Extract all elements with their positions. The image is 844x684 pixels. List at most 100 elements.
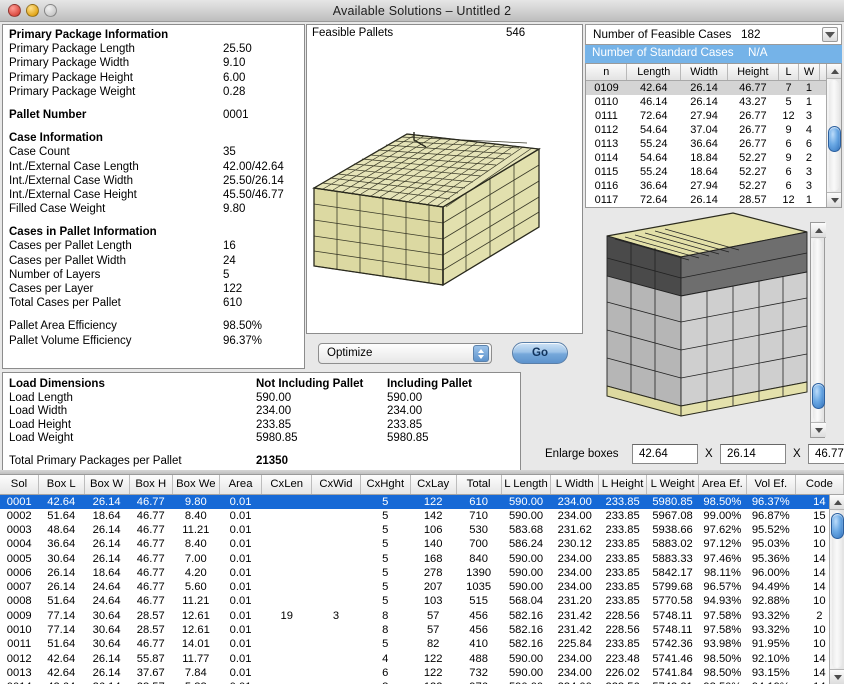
solutions-column-header[interactable]: Area Ef.	[698, 475, 747, 495]
table-cell: 0.01	[229, 624, 252, 637]
solutions-column-header[interactable]: Box H	[129, 475, 173, 495]
cases-column-header[interactable]: n	[586, 64, 628, 81]
solutions-column-header[interactable]: CxWid	[311, 475, 361, 495]
scroll-up-arrow-icon[interactable]	[827, 64, 841, 79]
table-cell: 590.00	[501, 680, 551, 684]
table-cell: 233.85	[605, 581, 640, 594]
table-cell: 590.00	[508, 552, 544, 565]
solutions-column-header[interactable]: Code	[795, 475, 844, 495]
solutions-column-header[interactable]: L Length	[501, 475, 552, 495]
go-button[interactable]: Go	[512, 342, 568, 364]
solutions-column-header[interactable]: Vol Ef.	[746, 475, 796, 495]
cases-table-scrollbar[interactable]	[826, 64, 841, 207]
case-3d-view[interactable]	[585, 210, 810, 438]
close-window-button[interactable]	[8, 4, 21, 17]
case-view-scrollbar[interactable]	[810, 222, 826, 438]
scroll-down-arrow-icon[interactable]	[811, 422, 826, 437]
table-row[interactable]: 011772.6426.1428.571213	[586, 193, 841, 207]
solutions-column-header[interactable]: Area	[219, 475, 263, 495]
table-cell	[262, 666, 312, 680]
table-row[interactable]: 0010 77.14 30.64 28.57 12.61 0.01 8 57 456 582.16…	[0, 623, 844, 637]
table-row[interactable]: 0013 42.64 26.14 37.67 7.84 0.01 6 122 732 590.00…	[0, 666, 844, 680]
case-view-scroll-thumb[interactable]	[812, 383, 825, 409]
solutions-scroll-thumb[interactable]	[831, 513, 844, 539]
table-row[interactable]: 011636.6427.9452.27632	[586, 179, 841, 193]
scroll-down-arrow-icon[interactable]	[827, 192, 841, 207]
table-row[interactable]: 0005 30.64 26.14 46.77 7.00 0.01 5 168 840 590.00…	[0, 551, 844, 565]
table-cell: 7.00	[184, 552, 207, 565]
chevron-down-icon[interactable]	[822, 27, 838, 42]
zoom-window-button[interactable]	[44, 4, 57, 17]
table-cell: 8.40	[184, 509, 207, 522]
pallet-3d-view[interactable]	[306, 44, 583, 332]
enlarge-length-input[interactable]: 42.64	[632, 444, 698, 464]
info-row: Primary Package Height 6.00	[3, 72, 304, 86]
table-row[interactable]: 011555.2418.6452.27632	[586, 165, 841, 179]
cases-column-header[interactable]: Length	[626, 64, 682, 81]
solutions-column-header[interactable]: Box W	[84, 475, 130, 495]
table-cell: 97.46%	[703, 552, 742, 565]
cases-scroll-thumb[interactable]	[828, 126, 841, 152]
load-cell: 234.00	[256, 405, 292, 418]
info-row: Case Count 35	[3, 146, 304, 160]
table-row[interactable]: 0001 42.64 26.14 46.77 9.80 0.01 5 122 610 590.00…	[0, 494, 844, 509]
table-row[interactable]: 0012 42.64 26.14 55.87 11.77 0.01 4 122 488 590.0…	[0, 651, 844, 665]
table-row[interactable]: 011454.6418.8452.27922	[586, 151, 841, 165]
scroll-up-arrow-icon[interactable]	[811, 223, 826, 238]
solutions-table-scrollbar[interactable]	[829, 494, 844, 684]
table-row[interactable]: 0011 51.64 30.64 46.77 14.01 0.01 5 82 410 582.16…	[0, 637, 844, 651]
table-cell: 46.14	[640, 95, 668, 108]
scroll-up-arrow-icon[interactable]	[830, 495, 844, 510]
info-row-value: 0.28	[223, 85, 246, 98]
table-cell: 7	[778, 80, 799, 95]
table-cell: 55.24	[640, 165, 668, 178]
minimize-window-button[interactable]	[26, 4, 39, 17]
enlarge-height-input[interactable]: 46.77	[808, 444, 844, 464]
table-row[interactable]: 011355.2436.6426.77661	[586, 137, 841, 151]
table-row[interactable]: 011254.6437.0426.77941	[586, 123, 841, 137]
table-row[interactable]: 0003 48.64 26.14 46.77 11.21 0.01 5 106 530 583.6…	[0, 523, 844, 537]
feasible-cases-header[interactable]: Number of Feasible Cases 182	[585, 24, 842, 45]
table-row[interactable]: 011046.1426.1443.27517	[586, 95, 841, 109]
solutions-column-header[interactable]: CxLay	[410, 475, 457, 495]
cases-column-header[interactable]: L	[778, 64, 800, 81]
table-row[interactable]: 001442.6426.1428.575.880.01 8122976590.00…	[0, 680, 844, 684]
table-cell: 95.52%	[751, 523, 790, 536]
solutions-column-header[interactable]: Sol	[0, 475, 39, 495]
solutions-column-header[interactable]: L Weight	[646, 475, 699, 495]
table-cell: 36.64	[640, 179, 668, 192]
cases-column-header[interactable]: Width	[680, 64, 728, 81]
table-row[interactable]: 0002 51.64 18.64 46.77 8.40 0.01 5 142 710 590.00…	[0, 509, 844, 523]
solutions-column-header[interactable]: Total	[456, 475, 502, 495]
table-row[interactable]: 011172.6427.9426.771231	[586, 109, 841, 123]
table-row[interactable]: 0009 77.14 30.64 28.57 12.61 0.01 19 3 8 57 456 582…	[0, 609, 844, 623]
table-cell	[262, 523, 312, 537]
enlarge-width-input[interactable]: 26.14	[720, 444, 786, 464]
solutions-column-header[interactable]: CxHght	[360, 475, 411, 495]
table-cell: 28.57	[136, 609, 165, 622]
info-row-label: Cases per Layer	[9, 283, 94, 295]
table-row[interactable]: 0008 51.64 24.64 46.77 11.21 0.01 5 103 515 568.0…	[0, 594, 844, 608]
feasible-cases-table-container[interactable]: nLengthWidthHeightLWH010942.6426.1446.77…	[585, 63, 842, 208]
solutions-column-header[interactable]: L Height	[598, 475, 648, 495]
solutions-column-header[interactable]: Box L	[38, 475, 85, 495]
table-cell: 26.14	[47, 581, 76, 594]
table-cell: 0.01	[229, 652, 252, 665]
table-row[interactable]: 0004 36.64 26.14 46.77 8.40 0.01 5 140 700 586.24…	[0, 537, 844, 551]
scroll-down-arrow-icon[interactable]	[830, 669, 844, 684]
optimize-dropdown[interactable]: Optimize	[318, 343, 492, 364]
cases-column-header[interactable]: Height	[727, 64, 779, 81]
info-row: Primary Package Width 9.10	[3, 57, 304, 71]
solutions-column-header[interactable]: Box We	[172, 475, 220, 495]
table-row[interactable]: 010942.6426.1446.77715	[586, 80, 841, 95]
cases-column-header[interactable]: W	[798, 64, 820, 81]
solutions-column-header[interactable]: CxLen	[261, 475, 313, 495]
table-cell: 0.01	[229, 666, 252, 679]
solutions-column-header[interactable]: L Width	[550, 475, 600, 495]
solutions-table-container[interactable]: Sol Box L Box W Box H Box We Area CxLen CxWid Cx…	[0, 474, 844, 684]
standard-cases-header[interactable]: Number of Standard Cases N/A	[585, 45, 842, 63]
table-row[interactable]: 0006 26.14 18.64 46.77 4.20 0.01 5 278 1390 590.0…	[0, 566, 844, 580]
table-cell: 231.20	[557, 595, 592, 608]
table-row[interactable]: 011851.6436.6428.57263	[586, 207, 841, 208]
table-row[interactable]: 0007 26.14 24.64 46.77 5.60 0.01 5 207 1035 590.0…	[0, 580, 844, 594]
